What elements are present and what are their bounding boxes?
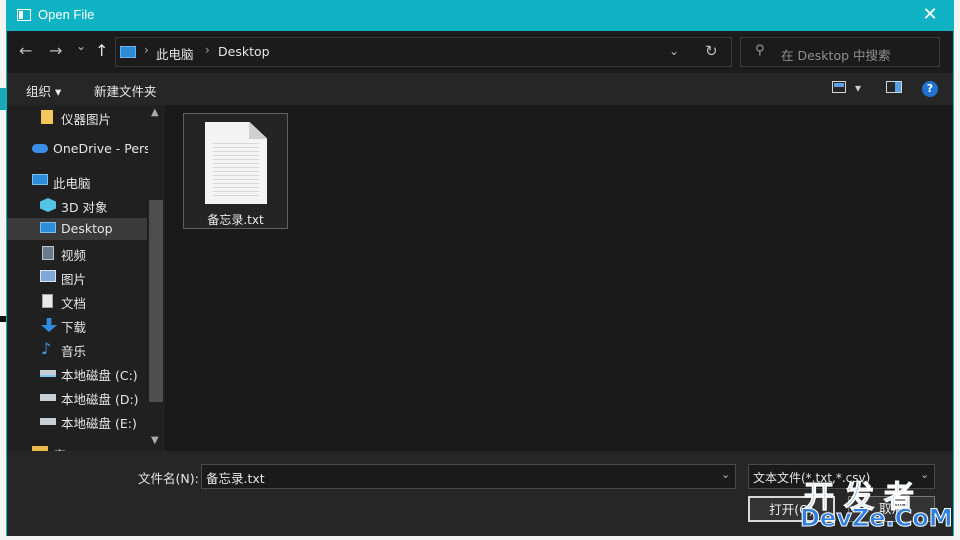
recent-locations-chevron-icon[interactable]: ⌄ [76,39,86,53]
up-arrow-icon[interactable]: ↑ [95,41,108,60]
scroll-up-arrow-icon[interactable]: ▲ [151,107,159,118]
sidebar-item-3d-objects[interactable]: 3D 对象 [7,194,147,216]
view-dropdown-chevron-icon[interactable]: ▾ [855,81,861,95]
sidebar-item-videos[interactable]: 视频 [7,242,147,264]
search-icon: ⚲ [755,43,765,58]
file-list-area[interactable]: 备忘录.txt [165,105,953,451]
computer-icon [120,46,136,58]
desktop-icon [40,222,56,233]
command-toolbar: 组织 ▾ 新建文件夹 ▾ ? [7,73,953,105]
sidebar-item-downloads[interactable]: 下载 [7,314,147,336]
document-icon [42,294,53,308]
filename-label: 文件名(N): [138,471,199,486]
sidebar-item-music[interactable]: ♪ 音乐 [7,338,147,360]
scroll-down-arrow-icon[interactable]: ▼ [151,435,159,446]
organize-menu-button[interactable]: 组织 ▾ [26,81,61,100]
picture-icon [40,270,56,282]
open-button[interactable]: 打开(O) [748,496,835,522]
filename-dropdown-chevron-icon[interactable]: ⌄ [721,468,730,481]
open-file-dialog: Open File ✕ ← → ⌄ ↑ › 此电脑 › Desktop ⌄ ↻ … [6,0,954,536]
sidebar-item-library[interactable]: 库 [7,442,147,451]
back-arrow-icon[interactable]: ← [19,41,32,60]
search-box[interactable]: ⚲ 在 Desktop 中搜索 [740,37,940,67]
preview-pane-icon[interactable] [886,81,902,96]
address-bar[interactable]: › 此电脑 › Desktop ⌄ ↻ [115,37,732,67]
sidebar-item-desktop[interactable]: Desktop [7,218,147,240]
drive-icon [40,394,56,401]
sidebar-item-instrument-pictures[interactable]: 仪器图片 [7,106,147,128]
window-title: Open File [38,7,95,22]
download-icon [41,318,57,332]
folder-icon [41,110,53,124]
sidebar-item-drive-c[interactable]: 本地磁盘 (C:) [7,362,147,384]
refresh-icon[interactable]: ↻ [705,42,718,60]
close-button[interactable]: ✕ [907,0,953,31]
sidebar-item-onedrive[interactable]: OneDrive - Perso [7,138,158,160]
breadcrumb-this-pc[interactable]: 此电脑 [156,44,194,63]
sidebar-item-drive-d[interactable]: 本地磁盘 (D:) [7,386,147,408]
computer-icon [32,174,48,185]
cube-icon [40,198,56,212]
breadcrumb-separator: › [205,43,210,57]
forward-arrow-icon[interactable]: → [49,41,62,60]
window-app-icon [17,9,31,21]
search-input[interactable]: 在 Desktop 中搜索 [781,45,891,64]
breadcrumb-desktop[interactable]: Desktop [218,44,270,59]
drive-icon [40,418,56,425]
sidebar-item-drive-e[interactable]: 本地磁盘 (E:) [7,410,147,432]
navigation-pane: 仪器图片 OneDrive - Perso 此电脑 3D 对象 Desktop … [7,105,165,451]
dialog-footer: 文件名(N): 备忘录.txt ⌄ 文本文件(*.txt,*.csv) ⌄ 打开… [7,451,953,536]
music-icon: ♪ [41,339,52,358]
address-dropdown-chevron-icon[interactable]: ⌄ [669,44,679,58]
view-options-icon[interactable] [832,81,846,96]
filetype-select[interactable]: 文本文件(*.txt,*.csv) [748,464,935,489]
cancel-button[interactable]: 取消 [848,496,935,522]
text-file-lines [213,140,259,198]
sidebar-item-pictures[interactable]: 图片 [7,266,147,288]
breadcrumb-separator: › [144,43,149,57]
help-icon[interactable]: ? [922,81,938,97]
sidebar-item-documents[interactable]: 文档 [7,290,147,312]
drive-icon [40,370,56,377]
title-bar[interactable]: Open File ✕ [7,0,953,31]
filename-input[interactable]: 备忘录.txt [201,464,736,489]
navigation-bar: ← → ⌄ ↑ › 此电脑 › Desktop ⌄ ↻ ⚲ 在 Desktop … [7,31,953,73]
filetype-dropdown-chevron-icon[interactable]: ⌄ [920,468,929,481]
file-name: 备忘录.txt [207,213,264,227]
sidebar-item-this-pc[interactable]: 此电脑 [7,170,147,192]
video-icon [42,246,54,260]
sidebar-scrollbar-thumb[interactable] [149,200,163,402]
new-folder-button[interactable]: 新建文件夹 [94,81,157,100]
cloud-icon [32,144,48,153]
file-item[interactable]: 备忘录.txt [183,113,288,229]
